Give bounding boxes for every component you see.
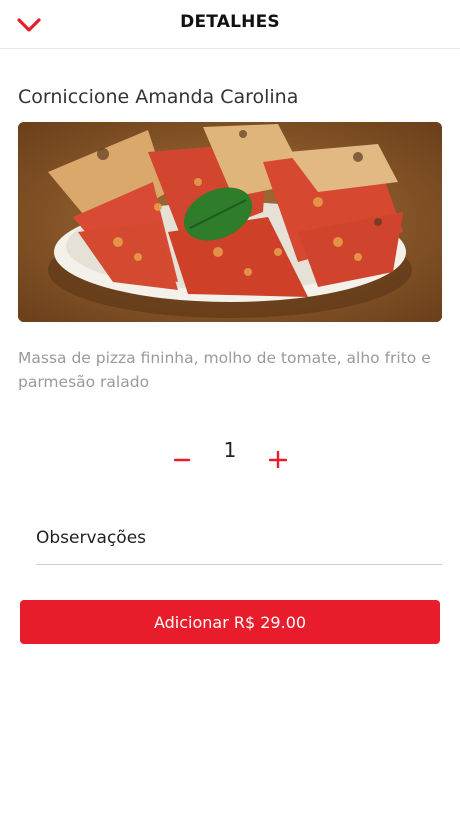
decrease-quantity-button[interactable]: [168, 440, 196, 476]
observations-input[interactable]: [36, 520, 442, 556]
page-title: DETALHES: [180, 12, 280, 32]
product-image: [18, 122, 442, 322]
increase-quantity-button[interactable]: [264, 440, 292, 476]
quantity-stepper: 1: [168, 436, 292, 476]
product-name: Corniccione Amanda Carolina: [18, 86, 299, 108]
add-to-cart-button[interactable]: Adicionar R$ 29.00: [20, 600, 440, 644]
plus-icon: [268, 450, 288, 468]
app-header: DETALHES: [0, 0, 460, 49]
quantity-value: 1: [223, 438, 237, 462]
observations-field: [36, 520, 442, 565]
product-description: Massa de pizza fininha, molho de tomate,…: [18, 349, 431, 391]
pizza-photo: [18, 122, 442, 322]
minus-icon: [173, 458, 191, 462]
